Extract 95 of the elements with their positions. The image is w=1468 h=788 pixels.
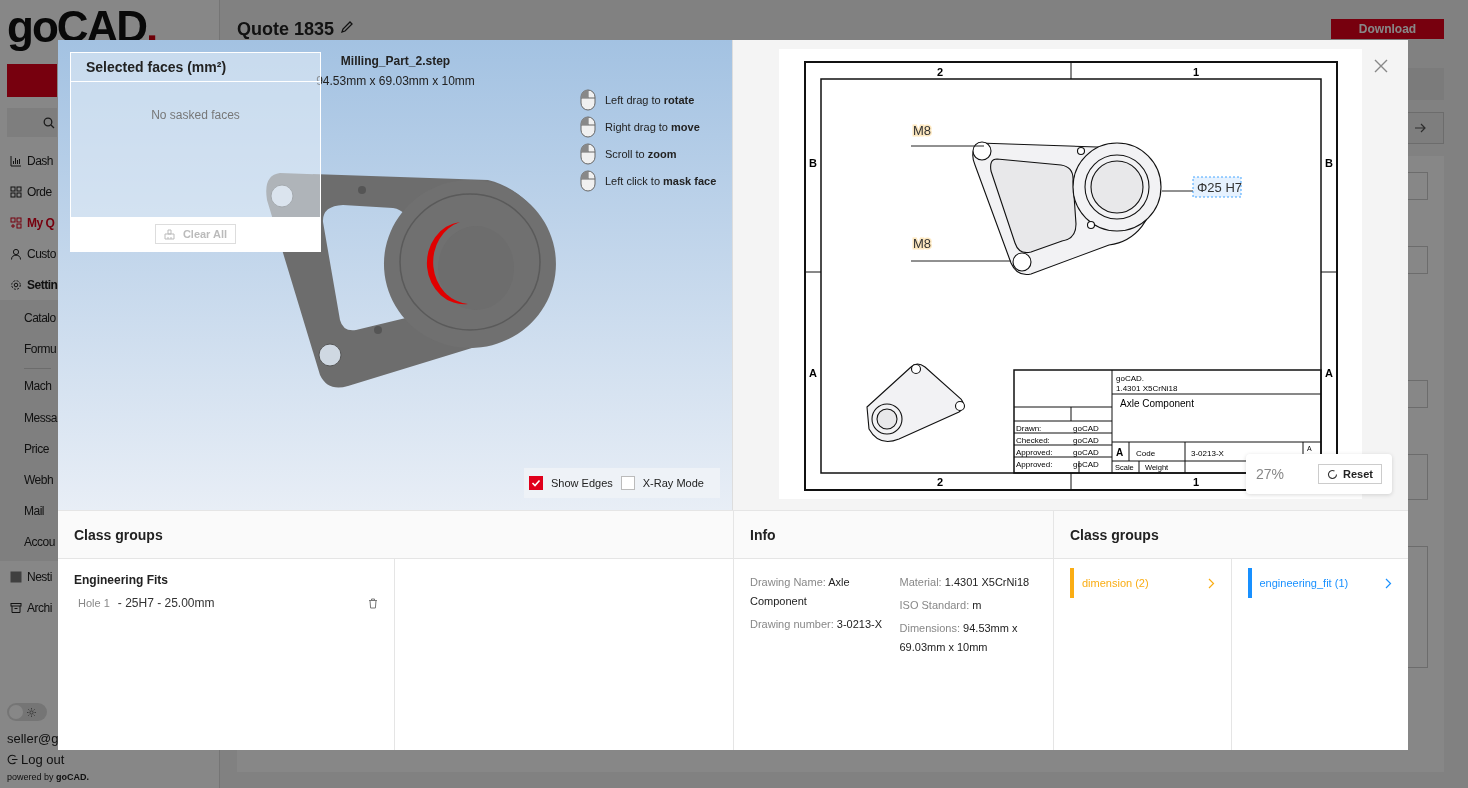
archive-icon [10,601,22,614]
close-icon[interactable] [1374,59,1388,73]
option-checkbox[interactable]: X-Ray Mode [620,476,704,490]
user-email: seller@g [7,731,60,746]
hint-text: Left click to mask face [605,175,717,187]
zone-label: 2 [936,476,944,488]
mouse-icon [580,170,596,192]
arrow-right-icon [1414,122,1426,134]
trash-icon[interactable] [368,597,378,609]
sun-icon [27,707,36,717]
drawing-title: Axle Component [1120,398,1194,409]
info-field: Drawing number: 3-0213-X [750,615,888,634]
zoom-level: 27% [1256,466,1286,482]
zone-label: 1 [1192,476,1200,488]
nav-item[interactable]: My Q [0,207,55,238]
company-name: goCAD. [1116,374,1144,383]
block-label: Approved: [1016,460,1053,469]
material-text: 1.4301 X5CrNi18 [1116,384,1178,393]
checkbox[interactable] [620,476,635,490]
drawing-code: 3-0213-X [1191,449,1224,458]
info-field: ISO Standard: m [899,596,1037,615]
info-field: Material: 1.4301 X5CrNi18 [899,573,1037,592]
block-label: Checked: [1016,436,1050,445]
thread-callout[interactable]: M8 [913,236,932,251]
quotes-icon [10,216,22,229]
section-title: Class groups [74,526,163,543]
leader-line [1161,190,1194,192]
zone-label: A [1325,367,1333,379]
nav-item[interactable]: Settin [0,269,58,300]
nav-subitem[interactable]: Price [24,433,49,464]
zone-label: A [809,367,817,379]
empty-message: No sasked faces [150,107,241,124]
nav-subitem[interactable]: Mail [24,495,44,526]
fit-highlight [1192,176,1242,198]
broom-icon [163,228,175,240]
chevron-right-icon [1385,577,1392,589]
section-title: Class groups [1070,526,1159,543]
class-group-item[interactable]: engineering_fit (1) [1247,569,1392,597]
sheet-size: A [1116,447,1124,458]
settings-icon [10,278,22,291]
pencil-icon[interactable] [340,20,355,34]
logout-icon [7,754,18,765]
option-checkbox[interactable]: Show Edges [529,476,613,490]
user-icon [10,247,22,260]
zone-label: 2 [936,66,944,78]
grid-icon [10,185,22,198]
block-value: goCAD [1073,448,1099,457]
nav-subitem[interactable]: Formu [24,333,57,364]
code-label: Code [1136,449,1156,458]
powered-by-text: powered by goCAD. [7,772,91,782]
thread-callout[interactable]: M8 [913,123,932,138]
search-button[interactable] [7,108,57,137]
item-label: Hole 1 [78,597,110,609]
mouse-icon [580,89,596,111]
block-value: goCAD [1073,436,1099,445]
theme-toggle[interactable] [7,703,47,721]
checkbox[interactable] [529,476,543,490]
nav-subitem[interactable]: Accou [24,526,55,557]
mouse-icon [580,143,596,165]
nav-item[interactable]: Orde [0,176,52,207]
logout-link[interactable]: Log out [7,752,219,767]
zone-label: 1 [1192,66,1200,78]
nav-item[interactable]: Custo [0,238,56,269]
nav-item[interactable]: Nesti [0,561,52,592]
zone-label: B [809,157,817,169]
info-field: Drawing Name: Axle Component [750,573,888,611]
zone-label: B [1325,157,1333,169]
reset-button[interactable]: Reset [1318,464,1382,484]
block-value: goCAD [1073,460,1099,469]
chart-icon [10,154,22,167]
info-field: Dimensions: 94.53mm x 69.03mm x 10mm [899,619,1037,657]
section-title: Info [750,526,776,543]
hint-text: Left drag to rotate [605,94,695,106]
nav-subitem[interactable]: Mach [24,368,52,402]
block-label: Approved: [1016,448,1053,457]
fit-callout[interactable]: Φ25 H7 [1197,180,1243,195]
group-title: Engineering Fits [74,573,169,587]
hint-text: Scroll to zoom [605,148,677,160]
check-icon [531,478,541,488]
item-value: - 25H7 - 25.00mm [117,596,215,610]
mouse-icon [580,116,596,138]
download-button[interactable]: Download [1331,19,1444,39]
search-icon [43,116,55,129]
file-name: Milling_Part_2.step [339,54,452,68]
nav-subitem[interactable]: Catalo [24,302,56,333]
page-title: Quote 1835 [237,20,335,39]
chevron-right-icon [1207,577,1215,589]
hint-text: Right drag to move [605,121,700,133]
nav-subitem[interactable]: Messa [24,402,57,433]
block-value: goCAD [1073,424,1099,433]
reset-icon [1327,468,1338,480]
nav-subitem[interactable]: Webh [24,464,54,495]
nav-item[interactable]: Dash [0,145,53,176]
block-label: Drawn: [1016,424,1042,433]
nav-item[interactable]: Archi [0,592,52,623]
